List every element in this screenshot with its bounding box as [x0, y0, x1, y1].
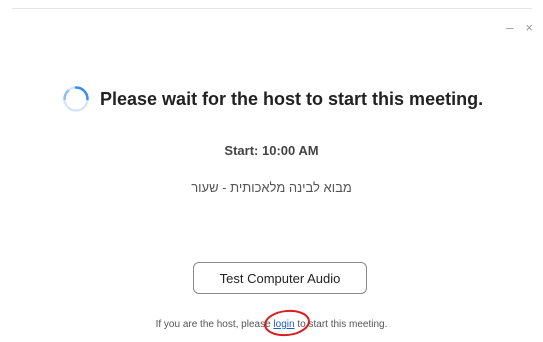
- meeting-topic: מבוא לבינה מלאכותית - שעור: [191, 180, 352, 195]
- close-icon[interactable]: ×: [525, 21, 533, 35]
- waiting-heading: Please wait for the host to start this m…: [62, 85, 483, 113]
- meeting-start-time: Start: 10:00 AM: [224, 143, 319, 158]
- loading-spinner-icon: [63, 86, 89, 112]
- waiting-message: Please wait for the host to start this m…: [100, 88, 484, 109]
- host-prompt-before: If you are the host, please: [155, 319, 274, 330]
- host-login-prompt: If you are the host, please login to sta…: [0, 319, 543, 330]
- login-link[interactable]: login: [273, 319, 294, 330]
- test-computer-audio-button[interactable]: Test Computer Audio: [193, 262, 367, 294]
- title-divider: [12, 8, 532, 9]
- waiting-room-window: – × Please wait for the host to start th…: [0, 0, 543, 342]
- host-prompt-after: to start this meeting.: [294, 319, 388, 330]
- minimize-icon[interactable]: –: [506, 21, 513, 35]
- window-controls: – ×: [506, 21, 533, 35]
